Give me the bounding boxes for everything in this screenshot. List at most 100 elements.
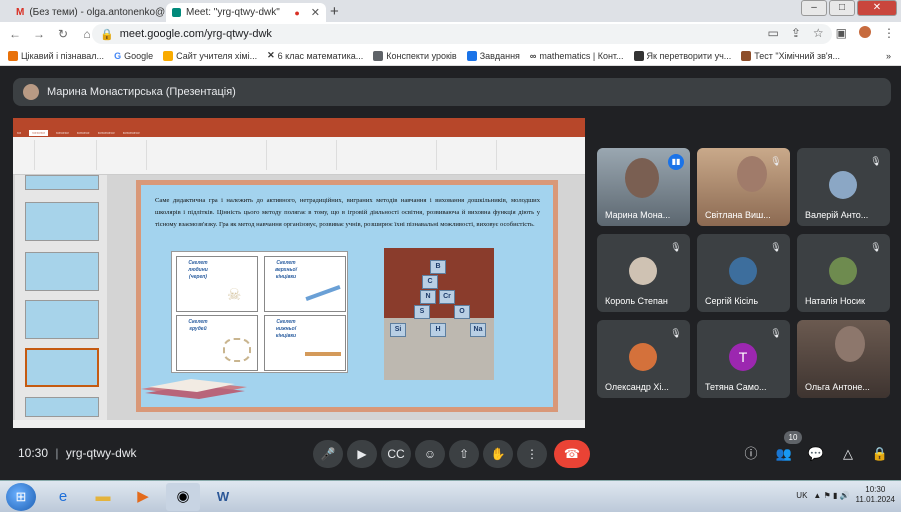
url-input[interactable]: 🔒 meet.google.com/yrg-qtwy-dwk [92,24,832,44]
mic-off-icon: 🎙 [770,328,782,338]
slide-thumbnail [25,252,99,291]
bookmark-item[interactable]: Як перетворити уч... [633,50,731,61]
shared-screen: ▭ ▭▭▭ ▭▭▭ ▭▭▭ ▭▭▭▭ ▭▭▭▭ Саме дидактична … [13,118,585,428]
captions-button[interactable]: CC [381,440,411,468]
chat-icon[interactable]: 💬 [806,444,826,464]
ribbon-group [337,140,437,170]
cube: B [430,260,446,274]
mic-off-icon: 🎙 [670,242,682,252]
participant-name: Валерій Анто... [805,210,869,220]
slide-thumbnail [25,397,99,417]
explorer-icon[interactable]: ▬ [86,483,120,511]
tray-icons[interactable]: ▲ ⚑ ▮ 🔊 [813,491,849,500]
close-tab-icon[interactable]: ✕ [311,6,320,19]
cube: C [422,275,438,289]
participant-tile[interactable]: 🎙 Олександр Хі... [597,320,690,398]
bookmark-item[interactable]: Цікавий і пізнавал... [8,50,104,61]
tab-gmail-label: (Без теми) - olga.antonenko@g [29,7,165,18]
bookmark-item[interactable]: ✕ 6 клас математика... [267,50,363,61]
ppt-tab: ▭ [17,130,22,135]
slide-thumbnail-selected [25,348,99,387]
camera-button[interactable]: ▶ [347,440,377,468]
ppt-tab: ▭▭▭ [56,130,69,135]
bookmark-item[interactable]: Тест "Хімічний зв'я... [741,50,840,61]
participant-avatar [829,257,857,285]
ribbon-group [267,140,337,170]
participant-tile[interactable]: 🎙 Король Степан [597,234,690,312]
microphone-button[interactable]: 🎤 [313,440,343,468]
word-icon[interactable]: W [206,483,240,511]
cube: S [414,305,430,319]
ppt-tab: ▭▭▭ [76,130,90,135]
close-window-button[interactable]: ✕ [857,0,897,16]
activities-icon[interactable]: △ [838,444,858,464]
mic-off-icon: 🎙 [770,156,782,166]
share-icon[interactable]: ⇪ [791,26,801,40]
clock[interactable]: 10:30 11.01.2024 [856,485,895,505]
raise-hand-button[interactable]: ✋ [483,440,513,468]
puzzle-caption: Скелет нижньої кінцівки [275,319,297,339]
more-bookmarks-chevron[interactable]: » [886,51,891,61]
browser-tab-strip: M (Без теми) - olga.antonenko@g ✕ Meet: … [0,0,901,22]
tab-gmail[interactable]: M (Без теми) - olga.antonenko@g ✕ [10,3,165,22]
bookmark-item[interactable]: G Google [114,51,153,61]
recording-dot-icon: ● [294,7,300,18]
participant-face [835,326,865,362]
maximize-button[interactable]: □ [829,0,855,16]
host-controls-icon[interactable]: 🔒 [870,444,890,464]
puzzle-image: Скелет людини (череп) ☠ Скелет верхньої … [171,251,348,373]
info-icon[interactable]: ⓘ [741,444,761,464]
slide-thumbnail [25,175,99,190]
puzzle-piece: Скелет людини (череп) ☠ [176,256,258,312]
bookmark-item[interactable]: ∞ mathematics | Конт... [530,51,624,61]
chrome-icon[interactable]: ◉ [166,483,200,511]
participant-face [737,156,767,192]
meeting-separator: | [55,446,59,460]
star-icon[interactable]: ☆ [813,26,824,40]
media-player-icon[interactable]: ▶ [126,483,160,511]
language-indicator[interactable]: UK [796,491,807,500]
lock-icon: 🔒 [100,28,114,41]
participant-tile[interactable]: Т 🎙 Тетяна Само... [697,320,790,398]
ppt-tab: ▭▭▭ [29,130,49,136]
menu-icon[interactable]: ⋮ [883,26,895,40]
toolbar-icons: ▭ ⇪ ☆ ▣ ⋮ [767,26,895,40]
slide-inner: Саме дидактична гра і належить до активн… [141,185,553,407]
puzzle-caption: Скелет грудей [188,319,208,332]
participant-tile[interactable]: 🎙 Світлана Виш... [697,148,790,226]
emoji-button[interactable]: ☺ [415,440,445,468]
bookmark-item[interactable]: Завдання [466,50,520,61]
end-call-button[interactable]: ☎ [554,440,590,468]
forward-icon[interactable]: → [30,27,48,41]
participant-tile[interactable]: Ольга Антоне... [797,320,890,398]
present-button[interactable]: ⇧ [449,440,479,468]
bookmarks-bar: Цікавий і пізнавал... G Google Сайт учите… [0,46,901,66]
tab-meet[interactable]: Meet: "yrg-qtwy-dwk" ● ✕ [166,3,326,22]
cast-icon[interactable]: ▭ [767,26,778,40]
profile-avatar[interactable] [859,26,871,38]
participant-name: Король Степан [605,296,668,306]
ie-icon[interactable]: e [46,483,80,511]
meet-control-bar: 10:30 | yrg-qtwy-dwk 🎤 ▶ CC ☺ ⇧ ✋ ⋮ ☎ ⓘ … [0,428,901,480]
sidepanel-icon[interactable]: ▣ [836,26,847,40]
presentation-header: Марина Монастирська (Презентація) [13,78,891,106]
participant-tile[interactable]: ▮▮ Марина Мона... [597,148,690,226]
more-options-button[interactable]: ⋮ [517,440,547,468]
minimize-button[interactable]: – [801,0,827,16]
slide-canvas: Саме дидактична гра і належить до активн… [136,180,558,412]
people-icon[interactable]: 👥 [774,444,794,464]
back-icon[interactable]: ← [6,27,24,41]
participant-tile[interactable]: 🎙 Сергій Кісіль [697,234,790,312]
participant-tile[interactable]: 🎙 Валерій Анто... [797,148,890,226]
new-tab-button[interactable]: + [330,3,339,20]
bookmark-item[interactable]: Сайт учителя хімі... [163,50,257,61]
tab-meet-label: Meet: "yrg-qtwy-dwk" [186,7,280,18]
participant-tile[interactable]: 🎙 Наталія Носик [797,234,890,312]
bookmark-item[interactable]: Конспекти уроків [373,50,457,61]
start-button[interactable]: ⊞ [6,483,36,511]
system-tray: UK ▲ ⚑ ▮ 🔊 10:30 11.01.2024 [796,485,895,505]
participant-name: Наталія Носик [805,296,865,306]
reload-icon[interactable]: ↻ [54,27,72,41]
skull-icon: ☠ [227,287,242,304]
participant-name: Сергій Кісіль [705,296,759,306]
